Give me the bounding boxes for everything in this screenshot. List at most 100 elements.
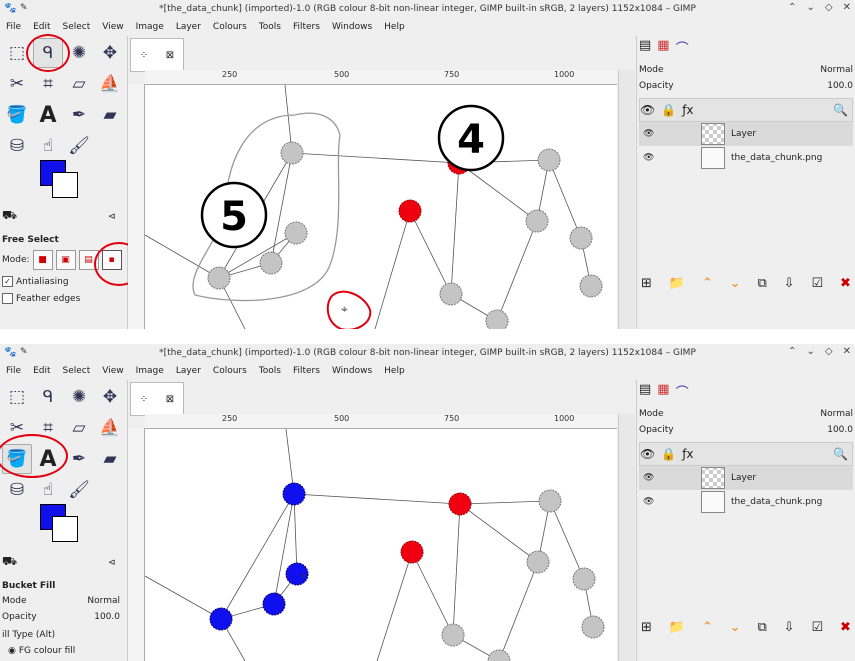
channels-tab-icon[interactable]: ▦	[657, 382, 669, 401]
raise-layer-icon[interactable]: ⌃	[702, 276, 713, 291]
effects-header-icon[interactable]: ƒx	[682, 103, 693, 117]
tool-options-icon[interactable]: ⛟	[2, 554, 17, 570]
layers-tab-icon[interactable]: ▤	[639, 382, 651, 401]
menu-image[interactable]: Image	[130, 22, 170, 32]
layer-mode-value[interactable]: Normal	[820, 65, 853, 75]
fg-fill-option[interactable]: ◉ FG colour fill	[8, 646, 75, 656]
lock-header-icon[interactable]: 🔒	[661, 447, 676, 461]
free-select-tool-icon[interactable]: ᑫ	[33, 382, 63, 412]
layer-row[interactable]: 👁 Layer	[639, 122, 853, 146]
color-swatches[interactable]	[40, 504, 88, 544]
delete-layer-icon[interactable]: ✖	[840, 276, 851, 291]
scissors-select-tool-icon[interactable]: ✂	[2, 413, 32, 443]
vertical-scrollbar[interactable]	[618, 70, 635, 329]
free-select-tool-icon[interactable]: ᑫ	[33, 38, 63, 68]
text-tool-icon[interactable]: A	[33, 444, 63, 474]
shade-icon[interactable]: ⌃	[788, 2, 796, 13]
image-tab[interactable]: ⁘ ⊠	[130, 38, 184, 72]
minimize-icon[interactable]: ⌄	[807, 346, 815, 357]
lock-header-icon[interactable]: 🔒	[661, 103, 676, 117]
image-tab[interactable]: ⁘ ⊠	[130, 382, 184, 416]
pin-icon[interactable]: ✎	[20, 347, 28, 357]
layer-opacity-value[interactable]: 100.0	[827, 81, 853, 91]
fill-mode-row[interactable]: Mode Normal	[2, 596, 120, 606]
close-icon[interactable]: ✕	[843, 2, 851, 13]
fill-opacity-row[interactable]: Opacity 100.0	[2, 612, 120, 622]
new-layer-icon[interactable]: ⊞	[641, 620, 652, 635]
antialiasing-row[interactable]: ✓ Antialiasing	[2, 276, 69, 287]
rect-select-tool-icon[interactable]: ⬚	[2, 38, 32, 68]
menu-help[interactable]: Help	[378, 366, 411, 376]
menu-edit[interactable]: Edit	[27, 22, 56, 32]
new-layer-icon[interactable]: ⊞	[641, 276, 652, 291]
mode-intersect-icon[interactable]: ▪	[101, 250, 122, 270]
menu-edit[interactable]: Edit	[27, 366, 56, 376]
merge-layer-icon[interactable]: ⇩	[784, 276, 795, 291]
channels-tab-icon[interactable]: ▦	[657, 38, 669, 57]
menu-select[interactable]: Select	[57, 22, 97, 32]
crop-tool-icon[interactable]: ⌗	[33, 69, 63, 99]
background-color[interactable]	[52, 516, 78, 542]
menu-tools[interactable]: Tools	[253, 22, 287, 32]
mask-layer-icon[interactable]: ☑	[811, 276, 823, 291]
effects-header-icon[interactable]: ƒx	[682, 447, 693, 461]
paths-tab-icon[interactable]: ⌒	[676, 382, 689, 401]
menu-image[interactable]: Image	[130, 366, 170, 376]
menu-colours[interactable]: Colours	[207, 22, 253, 32]
rect-select-tool-icon[interactable]: ⬚	[2, 382, 32, 412]
mask-layer-icon[interactable]: ☑	[811, 620, 823, 635]
fill-mode-value[interactable]: Normal	[87, 596, 120, 606]
duplicate-layer-icon[interactable]: ⧉	[757, 620, 766, 635]
text-tool-icon[interactable]: A	[33, 100, 63, 130]
transform-tool-icon[interactable]: ▱	[64, 413, 94, 443]
image-canvas[interactable]: ⌖	[145, 429, 617, 661]
image-canvas[interactable]: ⌖ 4 5	[145, 85, 617, 329]
new-group-icon[interactable]: 📁	[669, 620, 685, 635]
delete-layer-icon[interactable]: ✖	[840, 620, 851, 635]
panel-collapse-icon[interactable]: ⊲	[108, 212, 116, 222]
menu-windows[interactable]: Windows	[326, 366, 378, 376]
maximize-icon[interactable]: ◇	[825, 2, 833, 13]
menu-view[interactable]: View	[96, 22, 129, 32]
scissors-select-tool-icon[interactable]: ✂	[2, 69, 32, 99]
eye-icon[interactable]: 👁	[643, 129, 654, 139]
merge-layer-icon[interactable]: ⇩	[784, 620, 795, 635]
color-picker-tool-icon[interactable]: ✒	[64, 444, 94, 474]
eraser-tool-icon[interactable]: ▰	[95, 444, 125, 474]
mode-replace-icon[interactable]: ■	[32, 250, 53, 270]
fill-opacity-value[interactable]: 100.0	[94, 612, 120, 622]
warp-tool-icon[interactable]: ⛵	[95, 413, 125, 443]
paintbrush-tool-icon[interactable]: 🖌	[64, 475, 94, 505]
eye-icon[interactable]: 👁	[643, 473, 654, 483]
panel-collapse-icon[interactable]: ⊲	[108, 558, 116, 568]
mode-subtract-icon[interactable]: ▤	[78, 250, 99, 270]
fuzzy-select-tool-icon[interactable]: ✺	[64, 382, 94, 412]
bucket-fill-tool-icon[interactable]: 🪣	[2, 444, 32, 474]
eye-icon[interactable]: 👁	[643, 153, 654, 163]
move-tool-icon[interactable]: ✥	[95, 38, 125, 68]
vertical-scrollbar[interactable]	[618, 414, 635, 661]
tab-close-icon[interactable]: ⊠	[166, 394, 174, 405]
search-icon[interactable]: 🔍	[833, 103, 848, 117]
move-tool-icon[interactable]: ✥	[95, 382, 125, 412]
bucket-fill-tool-icon[interactable]: 🪣	[2, 100, 32, 130]
eraser-tool-icon[interactable]: ▰	[95, 100, 125, 130]
visibility-header-icon[interactable]: 👁	[640, 103, 655, 117]
menu-layer[interactable]: Layer	[170, 22, 207, 32]
pin-icon[interactable]: ✎	[20, 3, 28, 13]
menu-windows[interactable]: Windows	[326, 22, 378, 32]
layer-row[interactable]: 👁 Layer	[639, 466, 853, 490]
color-swatches[interactable]	[40, 160, 88, 200]
close-icon[interactable]: ✕	[843, 346, 851, 357]
menu-file[interactable]: File	[0, 22, 27, 32]
warp-tool-icon[interactable]: ⛵	[95, 69, 125, 99]
menu-filters[interactable]: Filters	[287, 366, 326, 376]
shade-icon[interactable]: ⌃	[788, 346, 796, 357]
layer-row[interactable]: 👁 the_data_chunk.png	[639, 146, 853, 170]
menu-select[interactable]: Select	[57, 366, 97, 376]
smudge-tool-icon[interactable]: ☝	[33, 475, 63, 505]
layer-opacity-row[interactable]: Opacity 100.0	[639, 422, 853, 438]
background-color[interactable]	[52, 172, 78, 198]
tab-close-icon[interactable]: ⊠	[166, 50, 174, 61]
layer-mode-row[interactable]: Mode Normal	[639, 62, 853, 78]
